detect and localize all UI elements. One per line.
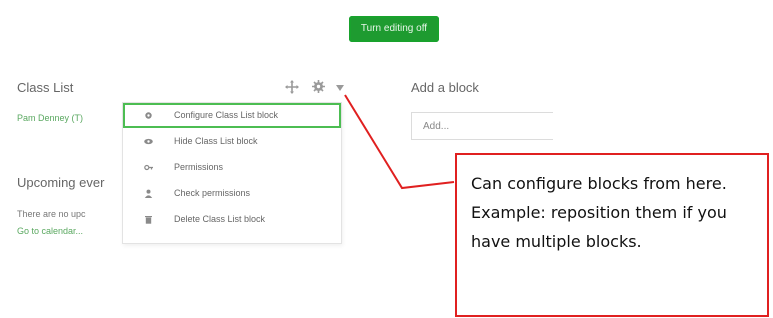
menu-item-permissions[interactable]: Permissions (123, 155, 341, 180)
no-upcoming-events-text: There are no upc (17, 209, 86, 219)
trash-icon (145, 216, 152, 224)
menu-item-configure[interactable]: Configure Class List block (123, 103, 341, 128)
menu-item-label: Delete Class List block (174, 214, 266, 224)
annotation-callout: Can configure blocks from here. Example:… (455, 153, 769, 317)
menu-item-label: Check permissions (174, 188, 251, 198)
annotation-text: Can configure blocks from here. Example:… (471, 174, 727, 251)
menu-item-label: Hide Class List block (174, 136, 258, 146)
gear-icon[interactable] (312, 80, 325, 93)
menu-item-label: Permissions (174, 162, 224, 172)
gear-icon (145, 112, 152, 119)
key-icon (144, 164, 153, 171)
move-icon[interactable] (285, 80, 299, 94)
class-list-member-link[interactable]: Pam Denney (T) (17, 113, 83, 123)
eye-icon (144, 138, 153, 145)
add-block-select[interactable]: Add... (411, 112, 553, 140)
upcoming-events-title: Upcoming ever (17, 175, 105, 190)
menu-item-delete[interactable]: Delete Class List block (123, 207, 341, 232)
user-icon (144, 189, 153, 198)
turn-editing-off-button[interactable]: Turn editing off (349, 16, 439, 42)
class-list-block-title: Class List (17, 80, 74, 95)
menu-item-check-permissions[interactable]: Check permissions (123, 181, 341, 206)
add-block-title: Add a block (411, 80, 479, 95)
caret-down-icon[interactable] (336, 85, 344, 91)
menu-item-label: Configure Class List block (174, 110, 279, 120)
block-action-menu: Configure Class List block Hide Class Li… (122, 102, 342, 244)
go-to-calendar-link[interactable]: Go to calendar... (17, 226, 83, 236)
menu-item-hide[interactable]: Hide Class List block (123, 129, 341, 154)
